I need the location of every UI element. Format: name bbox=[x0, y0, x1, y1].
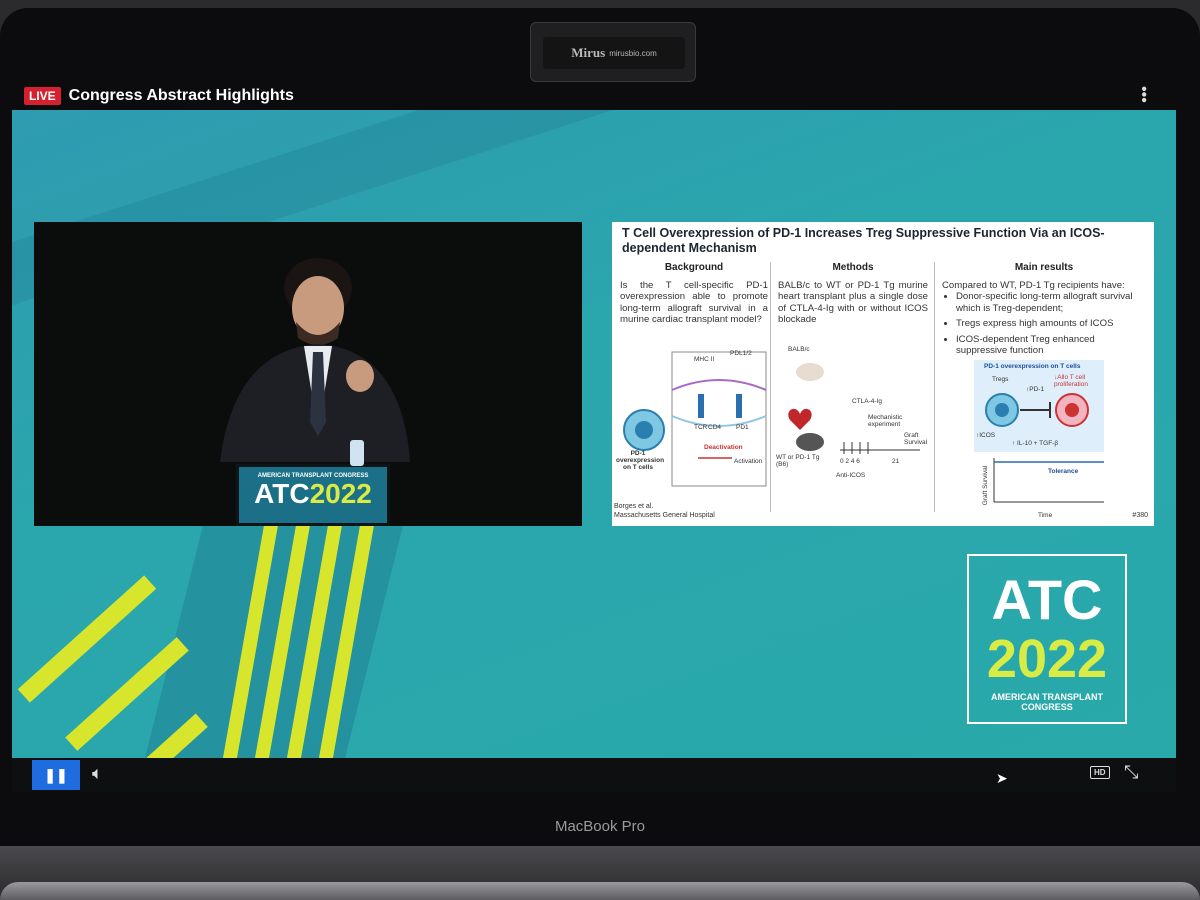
fig-caption: PD-1 overexpression on T cells bbox=[616, 450, 665, 471]
results-bullet: ICOS-dependent Treg enhanced suppressive… bbox=[956, 334, 1146, 357]
exit-fullscreen-button[interactable]: ⤡ bbox=[1124, 762, 1138, 783]
results-intro: Compared to WT, PD-1 Tg recipients have: bbox=[942, 279, 1125, 291]
logo-year: 2022 bbox=[986, 629, 1108, 689]
stream-header: LIVE Congress Abstract Highlights ••• bbox=[12, 82, 1172, 110]
hd-button[interactable]: HD bbox=[1090, 766, 1110, 779]
fig-results-title: PD-1 overexpression on T cells bbox=[984, 363, 1081, 370]
podium-year: 2022 bbox=[309, 478, 372, 509]
slide-title: T Cell Overexpression of PD-1 Increases … bbox=[622, 226, 1105, 255]
logo-atc: ATC bbox=[991, 568, 1103, 631]
fig-y-axis: Graft Survival bbox=[982, 465, 990, 506]
laptop-base bbox=[0, 846, 1200, 900]
column-divider bbox=[934, 262, 935, 512]
fig-icos-up: ↑ICOS bbox=[976, 432, 996, 439]
presentation-slide: T Cell Overexpression of PD-1 Increases … bbox=[612, 222, 1154, 526]
podium-logo: ATC2022 bbox=[239, 479, 387, 509]
slide-footer: Borges et al. Massachusetts General Hosp… bbox=[614, 502, 715, 520]
results-heading: Main results bbox=[1014, 262, 1074, 273]
background-column: Background Is the T cell-specific PD-1 o… bbox=[620, 262, 768, 326]
webcam-cover-brand: Mirus bbox=[571, 45, 606, 60]
fig-deactivation: Deactivation bbox=[704, 444, 743, 451]
fig-tcr: TCR bbox=[694, 424, 708, 431]
fig-day21: 21 bbox=[892, 458, 900, 465]
fig-ctla: CTLA-4-Ig bbox=[852, 398, 882, 405]
video-stage[interactable]: AMERICAN TRANSPLANT CONGRESS ATC2022 T C… bbox=[12, 110, 1176, 758]
methods-heading: Methods bbox=[832, 262, 874, 273]
laptop-label: MacBook Pro bbox=[554, 818, 646, 835]
fig-days: 0 2 4 6 bbox=[840, 458, 860, 465]
methods-column: Methods BALB/c to WT or PD-1 Tg murine h… bbox=[778, 262, 928, 326]
fig-cd4: CD4 bbox=[708, 424, 722, 431]
stream-title: Congress Abstract Highlights bbox=[68, 87, 294, 104]
fig-antiicos: Anti-ICOS bbox=[836, 472, 866, 479]
fig-recip: WT or PD-1 Tg (B6) bbox=[776, 454, 820, 468]
water-bottle bbox=[350, 440, 364, 466]
logo-subtitle: AMERICAN TRANSPLANT CONGRESS bbox=[991, 692, 1103, 712]
survival-plot bbox=[993, 458, 1104, 503]
fig-mech: Mechanistic experiment bbox=[868, 414, 903, 428]
volume-button[interactable]: 🔈︎ bbox=[92, 763, 103, 784]
fig-tolerance: Tolerance bbox=[1048, 468, 1079, 475]
speaker-video: AMERICAN TRANSPLANT CONGRESS ATC2022 bbox=[34, 222, 582, 526]
fig-donor: BALB/c bbox=[788, 346, 810, 353]
podium-atc: ATC bbox=[254, 478, 310, 509]
pause-icon: ❚❚ bbox=[44, 766, 68, 783]
webcam-cover: Mirus mirusbio.com bbox=[530, 22, 696, 82]
slide-authors: Borges et al. bbox=[614, 503, 654, 510]
fig-tregs: Tregs bbox=[992, 376, 1009, 383]
slide-affiliation: Massachusetts General Hospital bbox=[614, 512, 715, 519]
fig-activation: Activation bbox=[734, 458, 763, 465]
atc-logo: ATC 2022 AMERICAN TRANSPLANT CONGRESS bbox=[967, 554, 1127, 724]
live-badge: LIVE bbox=[24, 87, 61, 105]
mouse-cursor-icon: ➤ bbox=[996, 770, 1008, 786]
fig-graft: Graft Survival bbox=[904, 432, 928, 446]
collapse-icon: ⤡ bbox=[1124, 762, 1139, 782]
results-column: Main results Compared to WT, PD-1 Tg rec… bbox=[942, 262, 1146, 361]
methods-text: BALB/c to WT or PD-1 Tg murine heart tra… bbox=[778, 279, 928, 326]
fig-mhc: MHC II bbox=[694, 356, 715, 363]
results-list: Donor-specific long-term allograft survi… bbox=[942, 291, 1146, 357]
webcam-cover-url: mirusbio.com bbox=[609, 48, 657, 58]
background-text: Is the T cell-specific PD-1 overexpressi… bbox=[620, 279, 768, 326]
pause-button[interactable]: ❚❚ bbox=[32, 760, 80, 790]
results-figure: PD-1 overexpression on T cells Tregs ↑PD… bbox=[974, 360, 1104, 452]
fig-pd1-up: ↑PD-1 bbox=[1026, 386, 1045, 393]
fig-pd1: PD1 bbox=[736, 424, 749, 431]
results-bullet: Tregs express high amounts of ICOS bbox=[956, 318, 1146, 330]
slide-abstract-number: #380 bbox=[1132, 512, 1148, 519]
column-divider bbox=[770, 262, 771, 512]
fig-x-axis: Time bbox=[1038, 512, 1053, 519]
fig-pdl: PDL1/2 bbox=[730, 350, 752, 357]
fig-prolif: ↓Allo T cell proliferation bbox=[1054, 374, 1088, 388]
speaker-icon: 🔈︎ bbox=[92, 763, 103, 783]
fig-il10: ↑ IL-10 + TGF-β bbox=[1012, 440, 1059, 447]
background-heading: Background bbox=[664, 262, 724, 273]
results-bullet: Donor-specific long-term allograft survi… bbox=[956, 291, 1146, 314]
kebab-menu-icon[interactable]: ••• bbox=[1135, 86, 1152, 103]
podium: AMERICAN TRANSPLANT CONGRESS ATC2022 bbox=[236, 464, 390, 526]
